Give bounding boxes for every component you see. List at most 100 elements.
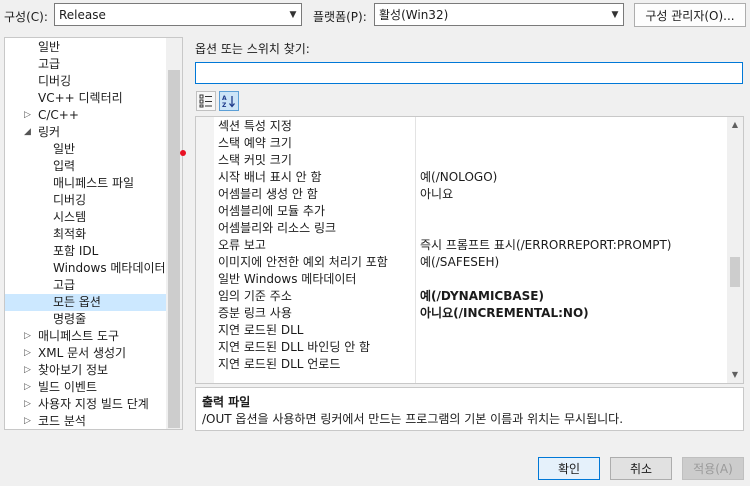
expand-arrow-icon[interactable]: ▷ (24, 379, 31, 396)
cancel-button[interactable]: 취소 (610, 457, 672, 480)
tree-item[interactable]: 고급 (5, 56, 166, 73)
tree-item[interactable]: ▷ C/C++ (5, 107, 166, 124)
tree-item[interactable]: ▷ 찾아보기 정보 (5, 362, 166, 379)
property-name: 지연 로드된 DLL 바인딩 안 함 (218, 340, 371, 354)
property-name: 이미지에 안전한 예외 처리기 포함 (218, 255, 388, 269)
config-value: Release (59, 7, 106, 22)
property-row[interactable]: 어셈블리와 리소스 링크 (196, 220, 728, 237)
tree-item-label: 코드 분석 (38, 414, 86, 428)
tree-item-label: 디버깅 (53, 193, 87, 207)
tree-item[interactable]: 매니페스트 파일 (5, 175, 166, 192)
tree-item[interactable]: 디버깅 (5, 192, 166, 209)
collapse-arrow-icon[interactable]: ◢ (24, 124, 31, 141)
search-label: 옵션 또는 스위치 찾기: (195, 42, 310, 56)
description-body: /OUT 옵션을 사용하면 링커에서 만드는 프로그램의 기본 이름과 위치는 … (202, 412, 624, 426)
property-value[interactable]: 아니요 (420, 186, 453, 203)
property-row[interactable]: 오류 보고 즉시 프롬프트 표시(/ERRORREPORT:PROMPT) (196, 237, 728, 254)
expand-arrow-icon[interactable]: ▷ (24, 107, 31, 124)
config-label: 구성(C): (4, 10, 48, 24)
property-value[interactable]: 예(/SAFESEH) (420, 254, 499, 271)
property-row[interactable]: 임의 기준 주소 예(/DYNAMICBASE) (196, 288, 728, 305)
property-row[interactable]: 지연 로드된 DLL 바인딩 안 함 (196, 339, 728, 356)
tree-item[interactable]: ▷ 사용자 지정 빌드 단계 (5, 396, 166, 413)
categorized-view-button[interactable] (196, 91, 216, 111)
property-value[interactable]: 예(/DYNAMICBASE) (420, 288, 544, 305)
tree-item[interactable]: 디버깅 (5, 73, 166, 90)
property-name: 증분 링크 사용 (218, 306, 292, 320)
property-row[interactable]: 어셈블리에 모듈 추가 (196, 203, 728, 220)
expand-arrow-icon[interactable]: ▷ (24, 362, 31, 379)
tree-item-label: 링커 (38, 125, 61, 139)
tree-item-label: Windows 메타데이터 (53, 261, 166, 275)
property-tree[interactable]: 일반 고급 디버깅 VC++ 디렉터리 ▷ C/C++ ◢ 링커 일반 입력 매니페스트 파일 디버깅… (4, 37, 183, 430)
tree-item-label: VC++ 디렉터리 (38, 91, 123, 105)
chevron-down-icon: ▼ (611, 9, 619, 20)
property-grid[interactable]: 섹션 특성 지정 스택 예약 크기스택 커밋 크기시작 배너 표시 안 함 예(/N… (195, 116, 744, 384)
property-name: 지연 로드된 DLL 언로드 (218, 357, 341, 371)
tree-item[interactable]: 일반 (5, 141, 166, 158)
property-row[interactable]: 증분 링크 사용 아니요(/INCREMENTAL:NO) (196, 305, 728, 322)
tree-item-label: 일반 (53, 142, 76, 156)
tree-item[interactable]: VC++ 디렉터리 (5, 90, 166, 107)
tree-item[interactable]: Windows 메타데이터 (5, 260, 166, 277)
description-title: 출력 파일 (202, 395, 251, 409)
property-row[interactable]: 지연 로드된 DLL 언로드 (196, 356, 728, 373)
grid-column-splitter[interactable] (415, 117, 416, 383)
property-name: 어셈블리와 리소스 링크 (218, 221, 337, 235)
property-row[interactable]: 일반 Windows 메타데이터 (196, 271, 728, 288)
expand-arrow-icon[interactable]: ▷ (24, 328, 31, 345)
tree-item[interactable]: ▷ 매니페스트 도구 (5, 328, 166, 345)
tree-item-label: 매니페스트 도구 (38, 329, 120, 343)
tree-scrollbar[interactable] (166, 38, 182, 429)
tree-item-label: 찾아보기 정보 (38, 363, 109, 377)
property-row[interactable]: 시작 배너 표시 안 함 예(/NOLOGO) (196, 169, 728, 186)
property-row[interactable]: 섹션 특성 지정 (196, 118, 728, 135)
config-manager-button[interactable]: 구성 관리자(O)... (634, 3, 746, 27)
tree-item[interactable]: ▷ 코드 분석 (5, 413, 166, 429)
tree-item-label: 입력 (53, 159, 76, 173)
tree-item-label: 시스템 (53, 210, 87, 224)
property-value[interactable]: 즉시 프롬프트 표시(/ERRORREPORT:PROMPT) (420, 237, 671, 254)
property-name: 스택 커밋 크기 (218, 153, 292, 167)
grid-scrollbar[interactable]: ▲ ▼ (727, 117, 743, 383)
tree-scroll-thumb[interactable] (168, 70, 180, 428)
property-name: 지연 로드된 DLL (218, 323, 304, 337)
tree-item[interactable]: 포함 IDL (5, 243, 166, 260)
tree-item-label: 사용자 지정 빌드 단계 (38, 397, 149, 411)
property-row[interactable]: 이미지에 안전한 예외 처리기 포함 예(/SAFESEH) (196, 254, 728, 271)
ok-button[interactable]: 확인 (538, 457, 600, 480)
tree-item[interactable]: 고급 (5, 277, 166, 294)
expand-arrow-icon[interactable]: ▷ (24, 413, 31, 429)
property-row[interactable]: 어셈블리 생성 안 함 아니요 (196, 186, 728, 203)
scroll-up-icon[interactable]: ▲ (727, 117, 743, 133)
property-row[interactable]: 스택 예약 크기 (196, 135, 728, 152)
expand-arrow-icon[interactable]: ▷ (24, 345, 31, 362)
tree-item[interactable]: ◢ 링커 (5, 124, 166, 141)
apply-button[interactable]: 적용(A) (682, 457, 744, 480)
grid-scroll-thumb[interactable] (730, 257, 740, 287)
property-name: 임의 기준 주소 (218, 289, 292, 303)
tree-item[interactable]: 명령줄 (5, 311, 166, 328)
scroll-down-icon[interactable]: ▼ (727, 367, 743, 383)
tree-item[interactable]: ▷ XML 문서 생성기 (5, 345, 166, 362)
tree-item[interactable]: 시스템 (5, 209, 166, 226)
tree-item[interactable]: 입력 (5, 158, 166, 175)
tree-item-label: 고급 (53, 278, 76, 292)
alphabetical-view-button[interactable]: A Z (219, 91, 239, 111)
tree-item-label: 고급 (38, 57, 61, 71)
expand-arrow-icon[interactable]: ▷ (24, 396, 31, 413)
tree-item[interactable]: ▷ 빌드 이벤트 (5, 379, 166, 396)
tree-item[interactable]: 최적화 (5, 226, 166, 243)
platform-dropdown[interactable]: 활성(Win32) ▼ (374, 3, 624, 26)
property-name: 일반 Windows 메타데이터 (218, 272, 357, 286)
property-value[interactable]: 예(/NOLOGO) (420, 169, 497, 186)
property-row[interactable]: 지연 로드된 DLL (196, 322, 728, 339)
svg-text:Z: Z (222, 102, 227, 108)
property-row[interactable]: 스택 커밋 크기 (196, 152, 728, 169)
property-value[interactable]: 아니요(/INCREMENTAL:NO) (420, 305, 589, 322)
tree-item[interactable]: 모든 옵션 (5, 294, 166, 311)
search-input[interactable] (195, 62, 743, 84)
property-name: 스택 예약 크기 (218, 136, 292, 150)
config-dropdown[interactable]: Release ▼ (54, 3, 302, 26)
tree-item[interactable]: 일반 (5, 39, 166, 56)
